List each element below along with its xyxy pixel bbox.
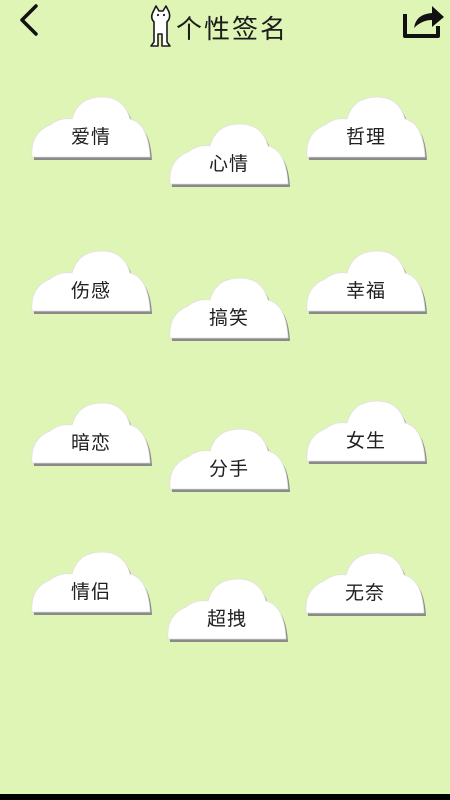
system-nav-bar (0, 794, 450, 800)
title-text: 个性签名 (176, 15, 289, 45)
header-bar: 个性签名 (0, 0, 450, 60)
category-cloud-8[interactable]: 女生 (305, 399, 427, 464)
chevron-left-icon (20, 4, 38, 36)
category-label: 情侣 (70, 581, 111, 603)
category-cloud-5[interactable]: 幸福 (305, 249, 427, 314)
category-cloud-11[interactable]: 无奈 (304, 551, 426, 616)
category-cloud-4[interactable]: 搞笑 (168, 276, 290, 341)
category-cloud-10[interactable]: 超拽 (166, 577, 288, 642)
category-cloud-2[interactable]: 哲理 (305, 95, 427, 160)
page-title: 个性签名 (148, 0, 288, 48)
category-cloud-9[interactable]: 情侣 (30, 550, 153, 615)
category-cloud-6[interactable]: 暗恋 (30, 401, 153, 466)
cat-mascot-icon (150, 5, 171, 47)
category-label: 搞笑 (208, 307, 249, 329)
category-cloud-7[interactable]: 分手 (168, 427, 290, 492)
category-label: 女生 (345, 430, 386, 452)
share-icon (403, 6, 444, 38)
category-label: 哲理 (345, 126, 386, 148)
back-button[interactable] (8, 2, 44, 38)
category-label: 超拽 (206, 608, 247, 630)
category-label: 无奈 (344, 582, 385, 604)
category-label: 幸福 (345, 280, 386, 302)
category-label: 暗恋 (70, 432, 111, 454)
category-label: 心情 (208, 153, 249, 175)
category-cloud-3[interactable]: 伤感 (30, 249, 153, 314)
category-label: 爱情 (70, 126, 111, 148)
category-label: 分手 (208, 458, 249, 480)
share-button[interactable] (400, 2, 446, 40)
category-cloud-0[interactable]: 爱情 (30, 95, 153, 160)
category-cloud-1[interactable]: 心情 (168, 122, 290, 187)
category-label: 伤感 (70, 280, 111, 302)
